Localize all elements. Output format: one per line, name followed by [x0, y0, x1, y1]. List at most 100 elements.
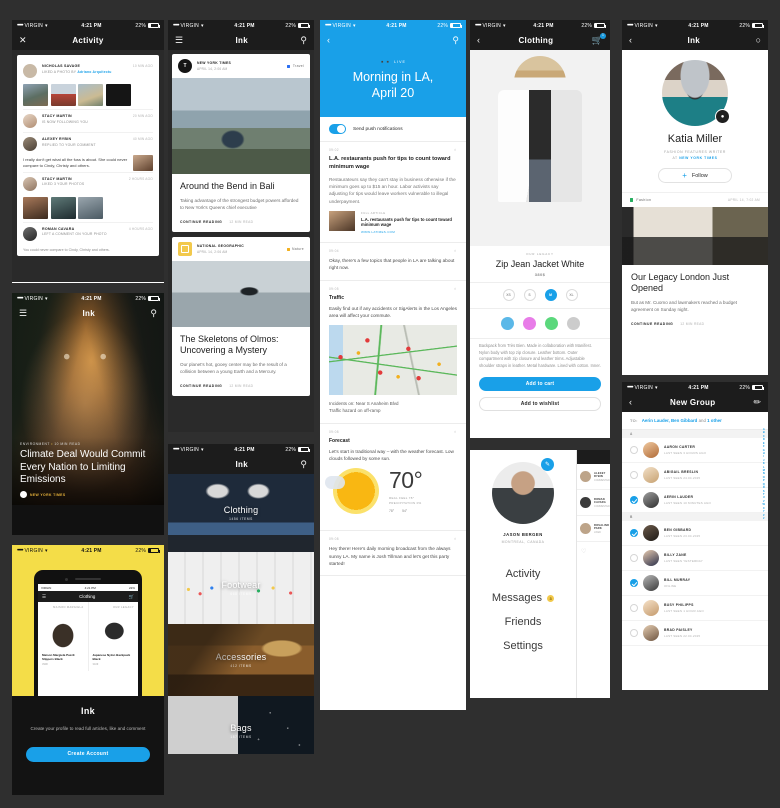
link-url[interactable]: WWW.LATIMES.COM [361, 230, 457, 234]
compose-icon[interactable]: ✏ [753, 398, 761, 407]
color-selector[interactable] [470, 309, 610, 338]
feed-card[interactable]: T NEW YORK TIMES APRIL 14, 2:06 AM Trave… [172, 54, 310, 233]
comment-thumbnail[interactable] [133, 155, 153, 171]
category-tile-bags[interactable]: Bags 187 ITEMS [168, 696, 314, 754]
photo-thumb[interactable] [78, 196, 103, 219]
contact-checkbox[interactable] [630, 529, 638, 537]
publication-link[interactable]: NEW YORK TIMES [679, 156, 717, 160]
photo-thumb[interactable] [50, 196, 76, 219]
color-option-green[interactable] [544, 317, 558, 330]
cart-icon[interactable]: 🛒 1 [592, 33, 606, 45]
search-icon[interactable]: ⚲ [300, 460, 307, 469]
photo-thumb[interactable] [50, 84, 76, 106]
share-icon[interactable]: ⇧ [454, 537, 457, 541]
contact-checkbox[interactable] [630, 629, 638, 637]
contact-checkbox[interactable] [630, 579, 638, 587]
search-icon[interactable]: ⚲ [150, 309, 157, 318]
follow-button[interactable]: + Follow [658, 168, 732, 183]
menu-item-settings[interactable]: Settings [470, 634, 576, 658]
contact-checkbox[interactable] [630, 496, 638, 504]
category-tile-clothing[interactable]: Clothing 1456 ITEMS [168, 474, 314, 552]
color-option-blue[interactable] [500, 317, 514, 330]
chevron-left-icon[interactable]: ‹ [629, 398, 632, 407]
contact-checkbox[interactable] [630, 446, 638, 454]
color-option-grey[interactable] [566, 317, 580, 330]
heart-icon[interactable]: ♡ [577, 542, 610, 561]
search-icon[interactable]: ⚲ [452, 36, 459, 45]
contact-row[interactable]: BRAD PAISLEY LAST SEEN 22.04.2015 [622, 621, 768, 646]
list-item[interactable]: ROMAN CAVARA COMMENTED [577, 490, 610, 516]
create-account-button[interactable]: Create Account [26, 746, 150, 762]
drawer-peek-content[interactable]: ALEXEY RYBIN COMMENTED ROMAN CAVARA COMM… [576, 450, 610, 698]
menu-item-activity[interactable]: Activity [470, 562, 576, 586]
feed-card[interactable]: NATIONAL GEOGRAPHIC APRIL 14, 2:06 AM Na… [172, 237, 310, 397]
list-item[interactable]: ALEXEY RYBIN REPLIED TO YOUR COMMENT 40 … [23, 132, 153, 155]
continue-reading-link[interactable]: CONTINUE READING [631, 322, 673, 326]
camera-icon[interactable]: ● [715, 109, 730, 124]
contact-checkbox[interactable] [630, 604, 638, 612]
avatar[interactable]: ● [662, 60, 730, 126]
color-option-pink[interactable] [522, 317, 536, 330]
hamburger-icon[interactable]: ☰ [175, 36, 183, 45]
add-to-cart-button[interactable]: Add to cart [479, 377, 601, 392]
push-toggle[interactable] [329, 124, 346, 135]
message-icon[interactable]: ○ [756, 36, 761, 45]
contact-checkbox[interactable] [630, 471, 638, 479]
photo-thumb[interactable] [105, 84, 131, 106]
chevron-left-icon[interactable]: ‹ [477, 36, 480, 45]
article-source[interactable]: NEW YORK TIMES [20, 491, 156, 498]
activity-highlight[interactable]: Adriano Arquitectu [77, 70, 111, 74]
chevron-left-icon[interactable]: ‹ [629, 36, 632, 45]
size-option-m[interactable]: M [544, 289, 557, 301]
product-image[interactable] [470, 50, 610, 246]
size-option-xl[interactable]: XL [565, 289, 578, 301]
search-icon[interactable]: ⚲ [300, 36, 307, 45]
photo-thumb[interactable] [23, 196, 48, 219]
contact-row[interactable]: BILLY ZANE LAST SEEN YESTERDAY [622, 546, 768, 571]
chevron-left-icon[interactable]: ‹ [327, 36, 330, 45]
list-item[interactable]: NICHOLAS SAVAGE LIKED A PHOTO BY Adriano… [23, 60, 153, 82]
continue-reading-link[interactable]: CONTINUE READING [180, 384, 222, 388]
menu-item-messages[interactable]: Messages 3 [470, 586, 576, 610]
list-item[interactable]: ALEXEY RYBIN COMMENTED [577, 464, 610, 490]
traffic-map[interactable] [329, 325, 457, 396]
size-option-xs[interactable]: XS [502, 289, 515, 301]
alphabet-index[interactable]: A B C D E F G H I J K L M N O P Q R S T U V W X Y Z # [763, 428, 765, 520]
share-icon[interactable]: ⇧ [454, 430, 457, 434]
contact-row[interactable]: BEN GIBBARD LAST SEEN 23.04.2015 [622, 521, 768, 546]
list-item[interactable]: ROMAN CAVARA LEFT A COMMENT ON YOUR PHOT… [23, 221, 153, 245]
continue-reading-link[interactable]: CONTINUE READING [180, 220, 222, 224]
feed-list[interactable]: T NEW YORK TIMES APRIL 14, 2:06 AM Trave… [168, 50, 314, 432]
share-icon[interactable]: ⇧ [454, 287, 457, 291]
hamburger-icon[interactable]: ☰ [19, 309, 27, 318]
photo-thumbnails[interactable] [23, 82, 153, 109]
contact-checkbox[interactable] [630, 554, 638, 562]
avatar[interactable] [492, 462, 554, 524]
share-icon[interactable]: ⇧ [454, 148, 457, 152]
photo-thumbnails[interactable] [23, 195, 153, 222]
contact-row[interactable]: AARON CARTER LAST SEEN 3 HOURS AGO [622, 438, 768, 463]
contact-row[interactable]: BUSY PHILIPPS LAST SEEN 1 HOUR AGO [622, 596, 768, 621]
share-icon[interactable]: ⇧ [454, 249, 457, 253]
contact-row[interactable]: ABIGAIL BRESLIN LAST SEEN 24.04.2015 [622, 463, 768, 488]
list-item[interactable]: STACY MARTIN IS NOW FOLLOWING YOU 20 MIN… [23, 109, 153, 132]
list-item[interactable]: STACY MARTIN LIKED 3 YOUR PHOTOS 2 HOURS… [23, 171, 153, 195]
size-option-s[interactable]: S [523, 289, 536, 301]
activity-list[interactable]: NICHOLAS SAVAGE LIKED A PHOTO BY Adriano… [12, 50, 164, 282]
list-item[interactable]: ROSALIND PARK LIKED [577, 516, 610, 542]
size-selector[interactable]: XS S M XL [470, 282, 610, 309]
photo-thumb[interactable] [78, 84, 103, 106]
photo-thumb[interactable] [23, 84, 48, 106]
add-to-wishlist-button[interactable]: Add to wishlist [479, 397, 601, 412]
category-tile-footwear[interactable]: Footwear 668 ITEMS [168, 552, 314, 624]
feed-tag[interactable]: Nature [286, 247, 304, 251]
recipients-field[interactable]: TO: Aerin Lauder, Ben Gibbard and 1 othe… [622, 412, 768, 430]
block-link-card[interactable]: FULL ARTICLE L.A. restaurants push for t… [329, 210, 457, 234]
feed-tag[interactable]: Travel [287, 64, 304, 68]
close-icon[interactable]: ✕ [19, 36, 27, 45]
push-notifications-row[interactable]: Send push notifications [320, 117, 466, 143]
post-tag[interactable]: Fashion [630, 198, 651, 202]
contact-row[interactable]: AERIN LAUDER LAST SEEN 10 MINUTES AGO [622, 488, 768, 513]
recipients-more[interactable]: 1 other [707, 418, 722, 423]
index-letter[interactable]: # [763, 517, 764, 520]
